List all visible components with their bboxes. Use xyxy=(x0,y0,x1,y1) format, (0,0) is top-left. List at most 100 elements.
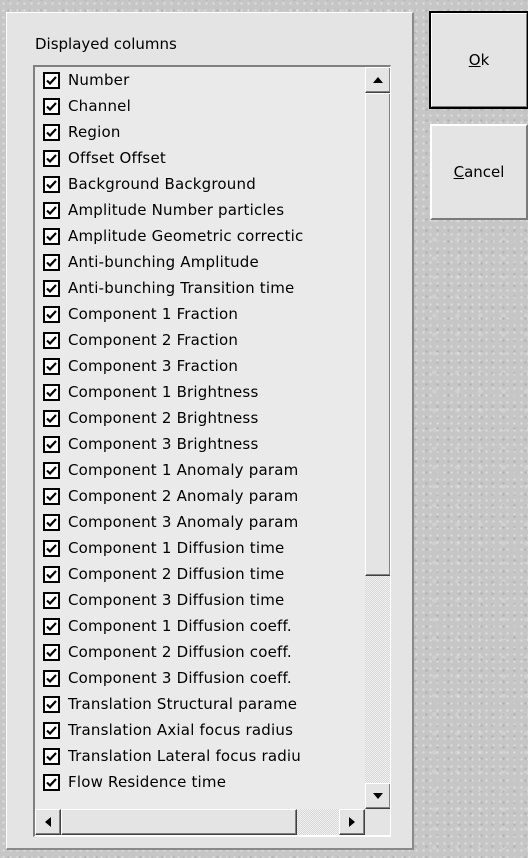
checkbox[interactable] xyxy=(43,97,60,115)
list-item[interactable]: Background Background xyxy=(35,171,351,197)
list-item-label: Translation Structural parame xyxy=(68,695,298,713)
checkbox[interactable] xyxy=(43,409,60,427)
cancel-button[interactable]: Cancel xyxy=(430,124,528,220)
list-item[interactable]: Flow Residence time xyxy=(35,769,351,795)
checkmark-icon xyxy=(46,283,57,293)
list-item[interactable]: Component 1 Brightness xyxy=(35,379,351,405)
list-item[interactable]: Channel xyxy=(35,93,351,119)
checkbox[interactable] xyxy=(43,695,60,713)
list-item-label: Offset Offset xyxy=(68,149,166,167)
checkmark-icon xyxy=(46,127,57,137)
list-item-label: Component 2 Diffusion time xyxy=(68,565,285,583)
list-item-label: Component 3 Fraction xyxy=(68,357,239,375)
checkbox[interactable] xyxy=(43,513,60,531)
list-item-label: Anti-bunching Amplitude xyxy=(68,253,259,271)
checkbox[interactable] xyxy=(43,383,60,401)
triangle-up-icon xyxy=(373,77,383,83)
list-item[interactable]: Component 2 Diffusion time xyxy=(35,561,351,587)
list-item[interactable]: Translation Lateral focus radiu xyxy=(35,743,351,769)
checkmark-icon xyxy=(46,595,57,605)
checkmark-icon xyxy=(46,153,57,163)
scrollbar-corner xyxy=(365,809,390,835)
horizontal-scroll-thumb[interactable] xyxy=(61,809,297,835)
checkbox[interactable] xyxy=(43,487,60,505)
checkbox[interactable] xyxy=(43,71,60,89)
list-item-label: Amplitude Geometric correctic xyxy=(68,227,304,245)
list-item[interactable]: Component 2 Fraction xyxy=(35,327,351,353)
list-item-label: Component 3 Diffusion coeff. xyxy=(68,669,292,687)
list-item-label: Translation Axial focus radius xyxy=(68,721,294,739)
checkbox[interactable] xyxy=(43,617,60,635)
scroll-down-button[interactable] xyxy=(365,783,390,809)
checkbox[interactable] xyxy=(43,591,60,609)
checkbox[interactable] xyxy=(43,773,60,791)
scroll-right-button[interactable] xyxy=(339,809,365,835)
scroll-up-button[interactable] xyxy=(365,67,390,93)
checkbox[interactable] xyxy=(43,461,60,479)
list-item[interactable]: Component 3 Diffusion coeff. xyxy=(35,665,351,691)
checkbox[interactable] xyxy=(43,747,60,765)
checkbox[interactable] xyxy=(43,279,60,297)
checkbox[interactable] xyxy=(43,331,60,349)
list-item[interactable]: Region xyxy=(35,119,351,145)
checkbox[interactable] xyxy=(43,149,60,167)
list-item[interactable]: Component 2 Brightness xyxy=(35,405,351,431)
list-item[interactable]: Anti-bunching Transition time xyxy=(35,275,351,301)
list-item[interactable]: Component 3 Anomaly param xyxy=(35,509,351,535)
triangle-right-icon xyxy=(349,817,355,827)
checkbox[interactable] xyxy=(43,227,60,245)
list-item-label: Component 3 Diffusion time xyxy=(68,591,285,609)
list-item[interactable]: Component 1 Anomaly param xyxy=(35,457,351,483)
checkbox[interactable] xyxy=(43,435,60,453)
checkbox[interactable] xyxy=(43,201,60,219)
list-item-label: Amplitude Number particles xyxy=(68,201,285,219)
checkbox[interactable] xyxy=(43,357,60,375)
checkbox[interactable] xyxy=(43,253,60,271)
checkmark-icon xyxy=(46,75,57,85)
horizontal-scrollbar[interactable] xyxy=(35,809,365,835)
checkmark-icon xyxy=(46,257,57,267)
list-item[interactable]: Anti-bunching Amplitude xyxy=(35,249,351,275)
checkbox[interactable] xyxy=(43,305,60,323)
list-item[interactable]: Component 1 Diffusion time xyxy=(35,535,351,561)
scroll-left-button[interactable] xyxy=(35,809,61,835)
list-item[interactable]: Translation Structural parame xyxy=(35,691,351,717)
checkbox[interactable] xyxy=(43,643,60,661)
list-item[interactable]: Component 3 Brightness xyxy=(35,431,351,457)
checkmark-icon xyxy=(46,101,57,111)
list-item[interactable]: Amplitude Geometric correctic xyxy=(35,223,351,249)
vertical-scroll-thumb[interactable] xyxy=(365,93,390,576)
list-item[interactable]: Component 2 Anomaly param xyxy=(35,483,351,509)
checkbox[interactable] xyxy=(43,669,60,687)
triangle-left-icon xyxy=(45,817,51,827)
list-item[interactable]: Component 3 Diffusion time xyxy=(35,587,351,613)
checkmark-icon xyxy=(46,387,57,397)
checkbox[interactable] xyxy=(43,721,60,739)
checkbox[interactable] xyxy=(43,175,60,193)
list-item-label: Region xyxy=(68,123,121,141)
checkbox[interactable] xyxy=(43,123,60,141)
checkmark-icon xyxy=(46,231,57,241)
checkbox[interactable] xyxy=(43,539,60,557)
checkmark-icon xyxy=(46,205,57,215)
list-item[interactable]: Component 3 Fraction xyxy=(35,353,351,379)
list-item-label: Component 1 Diffusion time xyxy=(68,539,285,557)
list-item[interactable]: Component 1 Fraction xyxy=(35,301,351,327)
list-item[interactable]: Amplitude Number particles xyxy=(35,197,351,223)
list-item[interactable]: Component 1 Diffusion coeff. xyxy=(35,613,351,639)
checkmark-icon xyxy=(46,569,57,579)
list-item[interactable]: Offset Offset xyxy=(35,145,351,171)
checkbox[interactable] xyxy=(43,565,60,583)
list-item-label: Component 1 Fraction xyxy=(68,305,239,323)
list-item[interactable]: Translation Axial focus radius xyxy=(35,717,351,743)
checkmark-icon xyxy=(46,777,57,787)
list-item[interactable]: Number xyxy=(35,67,351,93)
vertical-scrollbar[interactable] xyxy=(365,67,390,809)
list-item-label: Component 1 Anomaly param xyxy=(68,461,299,479)
list-item-label: Component 2 Anomaly param xyxy=(68,487,299,505)
triangle-down-icon xyxy=(373,793,383,799)
columns-listbox[interactable]: Number Channel Region Offset Offset Backgrou… xyxy=(33,65,391,837)
ok-button[interactable]: Ok xyxy=(429,11,528,109)
list-item[interactable]: Component 2 Diffusion coeff. xyxy=(35,639,351,665)
list-item-label: Component 1 Diffusion coeff. xyxy=(68,617,292,635)
